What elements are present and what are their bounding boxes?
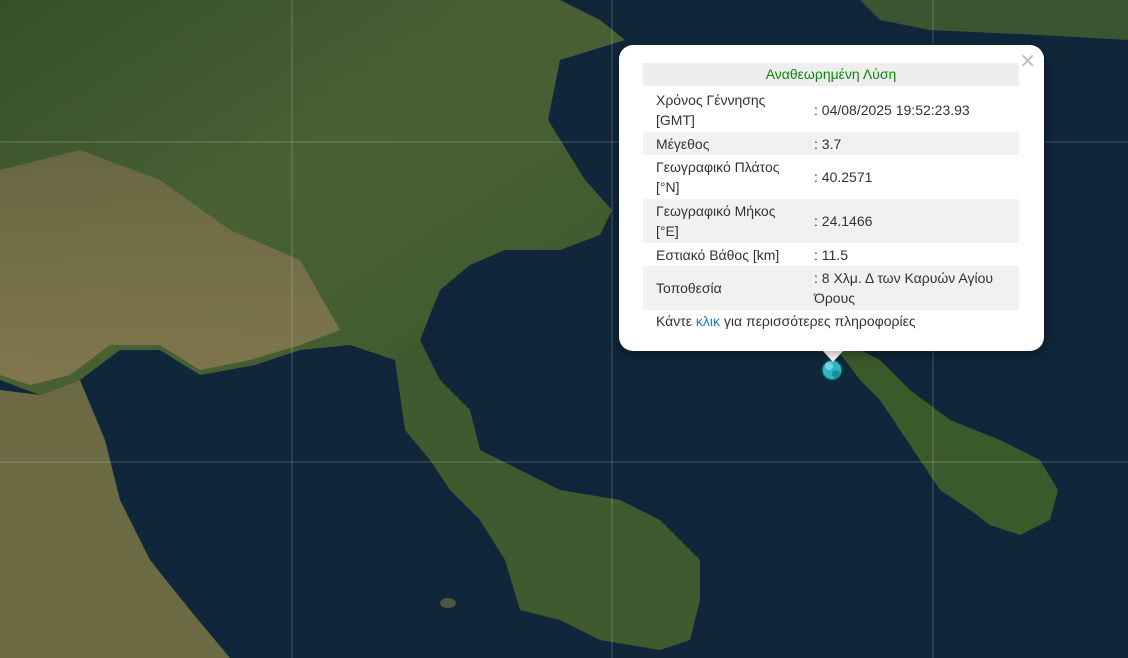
row-value: : 8 Χλμ. Δ των Καρυών Αγίου Όρους (802, 266, 1019, 310)
earthquake-marker-icon[interactable] (821, 359, 843, 381)
row-value: : 04/08/2025 19:52:23.93 (814, 102, 970, 118)
row-value: : 40.2571 (814, 169, 873, 185)
table-row: Γεωγραφικό Μήκος [°E] : 24.1466 (643, 199, 1019, 243)
row-label: Τοποθεσία (643, 266, 802, 310)
event-info-table: Χρόνος Γέννησης [GMT] : 04/08/2025 19:52… (643, 88, 1019, 310)
more-prefix: Κάντε (656, 313, 696, 329)
row-label: Γεωγραφικό Πλάτος [°N] (656, 159, 780, 195)
more-info-text: Κάντε κλικ για περισσότερες πληροφορίες (656, 313, 916, 329)
popup-tip (822, 350, 844, 362)
row-value: : 3.7 (802, 132, 1019, 155)
row-label: Εστιακό Βάθος [km] (656, 246, 780, 263)
row-label: Γεωγραφικό Μήκος [°E] (643, 199, 802, 243)
row-value: : 11.5 (814, 246, 848, 263)
small-island (440, 598, 456, 608)
row-label: Χρόνος Γέννησης [GMT] (656, 92, 766, 128)
row-value: : 24.1466 (802, 199, 1019, 243)
more-suffix: για περισσότερες πληροφορίες (720, 313, 916, 329)
table-row: Γεωγραφικό Πλάτος [°N] : 40.2571 (643, 155, 1019, 199)
close-icon[interactable]: × (1019, 49, 1036, 71)
popup-title: Αναθεωρημένη Λύση (643, 63, 1019, 86)
more-info-link[interactable]: κλικ (696, 313, 720, 329)
table-row: Εστιακό Βάθος [km] : 11.5 (643, 243, 1019, 266)
table-row: Τοποθεσία : 8 Χλμ. Δ των Καρυών Αγίου Όρ… (643, 266, 1019, 310)
table-row: Μέγεθος : 3.7 (643, 132, 1019, 155)
event-popup: × Αναθεωρημένη Λύση Χρόνος Γέννησης [GMT… (619, 45, 1044, 351)
table-row: Χρόνος Γέννησης [GMT] : 04/08/2025 19:52… (643, 88, 1019, 132)
row-label: Μέγεθος (643, 132, 802, 155)
